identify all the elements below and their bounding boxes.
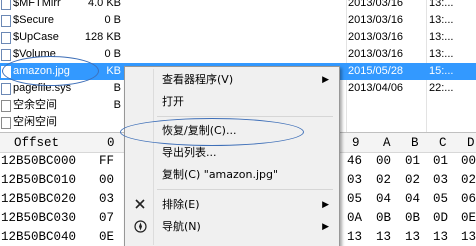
file-time: 15:... xyxy=(429,65,454,77)
file-size: 0 B xyxy=(104,14,121,26)
context-menu: 查看器程序(V) ▶ 打开 恢复/复制(C)... 导出列表... 复制(C) … xyxy=(124,66,340,246)
hex-byte: 03 xyxy=(347,173,363,187)
file-size: 0 B xyxy=(104,48,121,60)
hex-offset: 12B50BC020 xyxy=(1,192,77,206)
file-size: KB xyxy=(106,65,121,77)
hex-byte: 02 xyxy=(405,173,421,187)
file-date: 2013/03/16 xyxy=(348,0,404,9)
hex-byte: 0B xyxy=(405,211,421,225)
menu-separator xyxy=(157,189,333,190)
column-header: 9 xyxy=(352,136,360,150)
submenu-arrow-icon: ▶ xyxy=(322,75,329,85)
navigate-icon xyxy=(133,220,147,234)
file-date: 2013/03/16 xyxy=(348,31,404,43)
file-time: 22:... xyxy=(429,82,454,94)
hex-offset: 12B50BC010 xyxy=(1,173,77,187)
hex-offset: 12B50BC040 xyxy=(1,230,77,244)
menu-item-viewer-program[interactable]: 查看器程序(V) ▶ xyxy=(127,69,337,91)
hex-byte: 13 xyxy=(433,230,449,244)
file-icon xyxy=(1,32,11,44)
hex-byte: 04 xyxy=(405,192,421,206)
hex-byte: 02 xyxy=(461,173,476,187)
hex-byte: FF xyxy=(99,154,115,168)
hex-byte: 00 xyxy=(461,154,476,168)
system-file-icon xyxy=(1,100,11,112)
menu-item-navigate[interactable]: 导航(N) ▶ xyxy=(127,216,337,238)
highlight-ellipse xyxy=(2,56,99,86)
menu-item-label: 导航(N) xyxy=(162,220,201,233)
submenu-arrow-icon: ▶ xyxy=(322,200,329,210)
file-size: B xyxy=(113,99,121,111)
file-size: 128 KB xyxy=(84,31,121,43)
menu-item-label: 复制(C) "amazon.jpg" xyxy=(162,168,279,181)
menu-separator xyxy=(157,116,333,117)
file-size: 4.0 KB xyxy=(87,0,121,9)
hex-byte: 01 xyxy=(405,154,421,168)
hex-byte: 0D xyxy=(433,211,449,225)
file-date: 2013/03/16 xyxy=(348,48,404,60)
file-size: B xyxy=(113,82,121,94)
hex-byte: 03 xyxy=(99,192,115,206)
file-icon xyxy=(1,15,11,27)
hex-byte: 06 xyxy=(461,192,476,206)
offset-header: Offset xyxy=(14,136,60,150)
column-header: B xyxy=(411,136,419,150)
column-header: A xyxy=(383,136,391,150)
highlight-ellipse xyxy=(120,118,304,146)
file-date: 2013/04/06 xyxy=(348,82,404,94)
hex-byte: 13 xyxy=(376,230,392,244)
file-name: 空余空间 xyxy=(13,99,57,111)
hex-byte: 00 xyxy=(99,173,115,187)
hex-byte: 0A xyxy=(347,211,363,225)
hex-offset: 12B50BC030 xyxy=(1,211,77,225)
hex-byte: 04 xyxy=(376,192,392,206)
menu-item-label: 排除(E) xyxy=(162,198,200,211)
file-time: 13:... xyxy=(429,31,454,43)
file-name: $MFTMirr xyxy=(13,0,61,9)
hex-byte: 13 xyxy=(347,230,363,244)
column-header: 0 xyxy=(107,136,115,150)
file-icon xyxy=(1,0,11,10)
column-header: D xyxy=(467,136,475,150)
file-date: 2013/03/16 xyxy=(348,14,404,26)
file-row-upcase[interactable]: $UpCase 128 KB 2013/03/16 13:... xyxy=(0,29,476,46)
hex-byte: 03 xyxy=(433,173,449,187)
submenu-arrow-icon: ▶ xyxy=(322,222,329,232)
menu-item-exclude[interactable]: 排除(E) ▶ xyxy=(127,194,337,216)
file-icon xyxy=(1,49,11,61)
file-time: 13:... xyxy=(429,48,454,60)
menu-item-label: 打开 xyxy=(162,95,184,108)
hex-byte: 46 xyxy=(347,154,363,168)
menu-item-open[interactable]: 打开 xyxy=(127,91,337,113)
hex-byte: 01 xyxy=(433,154,449,168)
hex-byte: 0E xyxy=(99,230,115,244)
column-header: C xyxy=(439,136,447,150)
hex-byte: 0B xyxy=(376,211,392,225)
file-row-secure[interactable]: $Secure 0 B 2013/03/16 13:... xyxy=(0,12,476,29)
file-name: $UpCase xyxy=(13,31,59,43)
hex-byte: 13 xyxy=(461,230,476,244)
file-name: $Secure xyxy=(13,14,54,26)
hex-byte: 05 xyxy=(433,192,449,206)
hex-byte: 13 xyxy=(405,230,421,244)
hex-byte: 07 xyxy=(99,211,115,225)
menu-item-copy-name[interactable]: 复制(C) "amazon.jpg" xyxy=(127,164,337,186)
hex-offset: 12B50BC000 xyxy=(1,154,77,168)
system-file-icon xyxy=(1,117,11,129)
file-time: 13:... xyxy=(429,0,454,9)
file-date: 2015/05/28 xyxy=(348,65,404,77)
file-row-mftmirr[interactable]: $MFTMirr 4.0 KB 2013/03/16 13:... xyxy=(0,0,476,12)
file-time: 13:... xyxy=(429,14,454,26)
exclude-icon xyxy=(133,198,147,212)
hex-byte: 0E xyxy=(461,211,476,225)
hex-byte: 05 xyxy=(347,192,363,206)
menu-item-label: 查看器程序(V) xyxy=(162,73,234,86)
hex-byte: 00 xyxy=(376,154,392,168)
file-name: 空闲空间 xyxy=(13,116,57,128)
hex-byte: 02 xyxy=(376,173,392,187)
file-icon xyxy=(1,83,11,95)
